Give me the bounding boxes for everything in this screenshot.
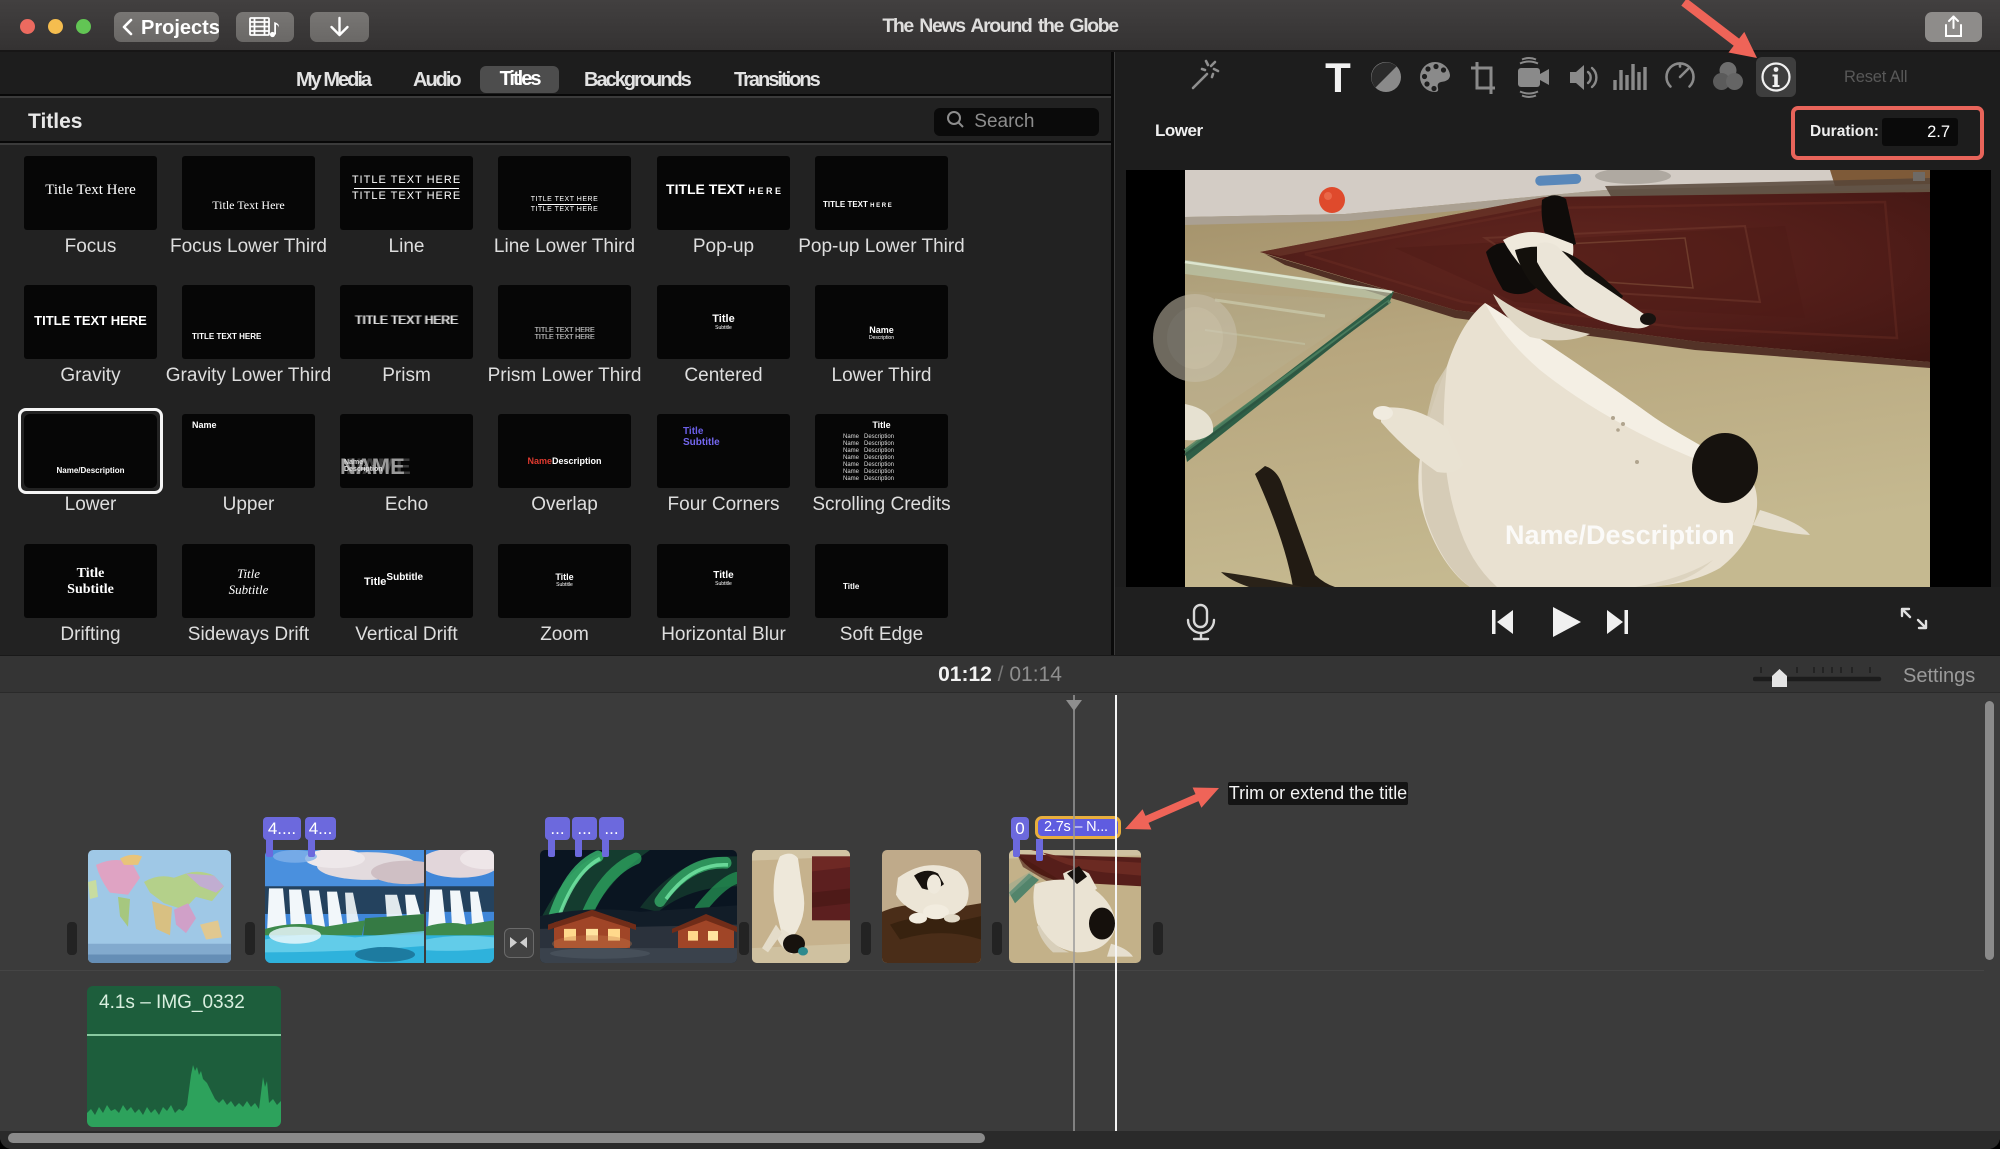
svg-text:T: T	[1325, 54, 1351, 101]
svg-text:Projects: Projects	[141, 17, 219, 39]
svg-text:Name/Description: Name/Description	[1505, 520, 1735, 550]
